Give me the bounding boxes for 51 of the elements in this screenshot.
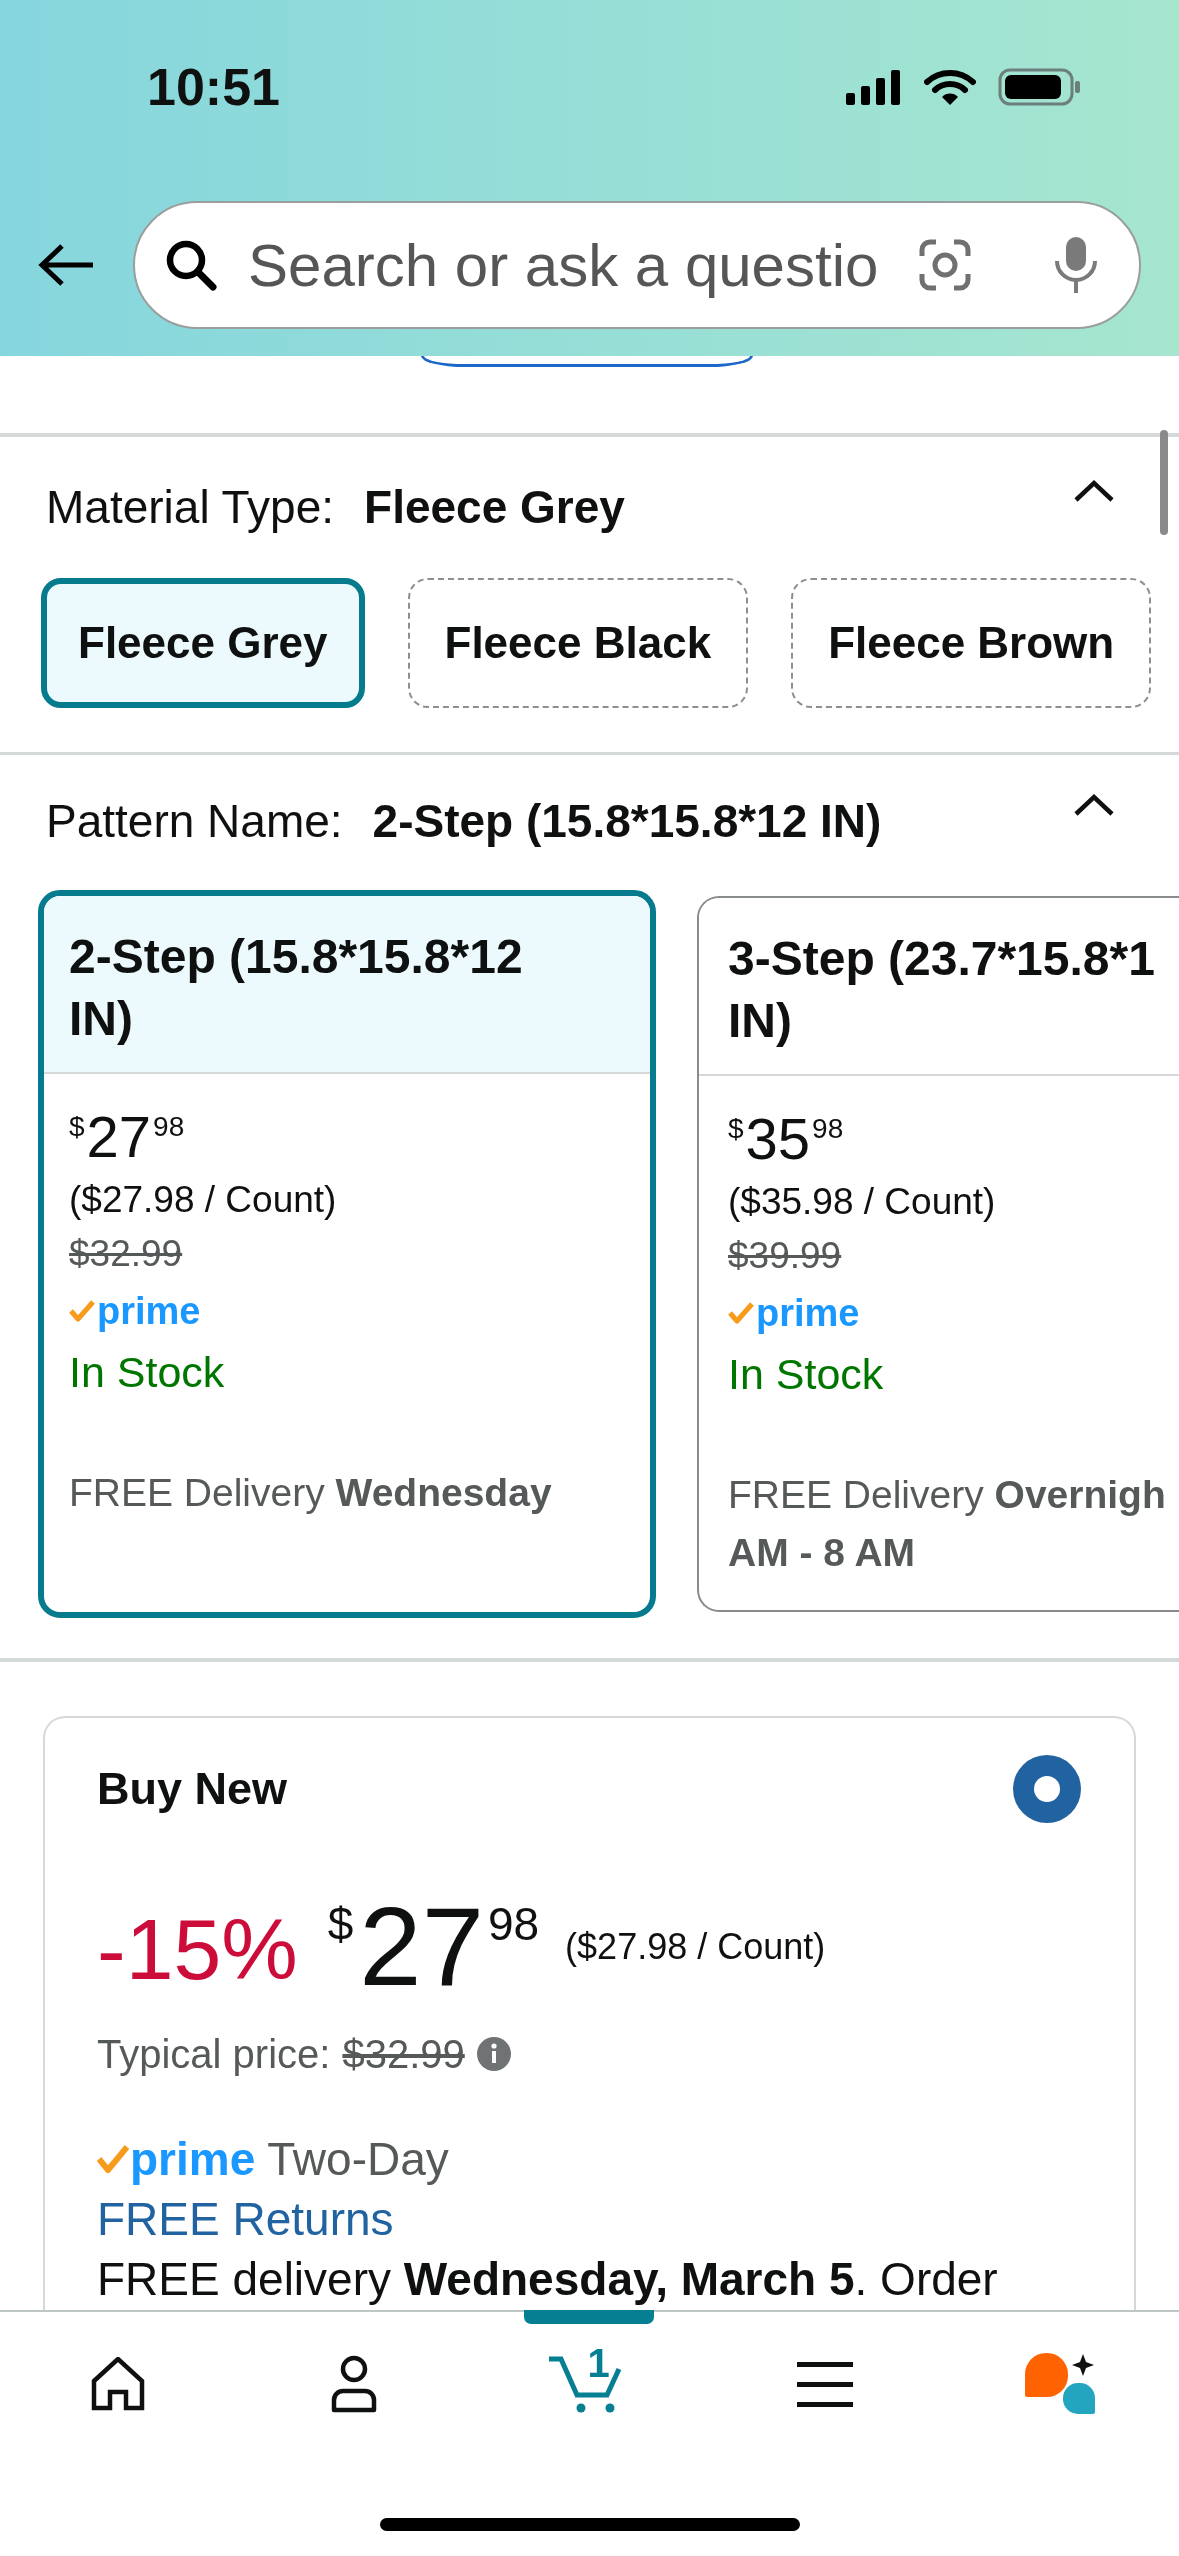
info-icon[interactable] [476,2037,511,2071]
unit-price: ($35.98 / Count) [728,1180,997,1224]
stock-status: In Stock [728,1350,884,1398]
button-edge[interactable] [421,356,753,367]
check-icon [69,1299,95,1323]
prime-label: prime [97,1292,201,1330]
typical-price-label: Typical price: [97,2031,331,2077]
search-bar[interactable]: Search or ask a questio [133,201,1141,329]
nav-tab[interactable]: 1 [471,2312,708,2456]
search-icon [165,239,217,291]
radio-button[interactable] [1013,1755,1081,1823]
cart-count: 1 [587,2343,610,2383]
chevron-up-icon[interactable] [1073,793,1115,818]
option-title: 3-Step (23.7*15.8*1 IN) [728,931,1156,1049]
prime-label: prime [130,2132,256,2186]
signal-icon [846,69,902,105]
shipping-speed: Two-Day [267,2132,449,2186]
back-arrow-icon[interactable] [38,243,95,287]
option-value: 2-Step (15.8*15.8*12 IN) [372,794,882,849]
option-label: Pattern Name: [46,794,343,849]
camera-icon[interactable] [918,238,972,292]
list-price: $39.99 [728,1235,842,1276]
delivery-text: FREE delivery Wednesday, March 5. Order [97,2252,999,2307]
wifi-icon [924,68,976,106]
prime-label: prime [756,1294,860,1332]
delivery-text: FREE Delivery Overnigh AM - 8 AM [728,1472,1167,1576]
option-title: 2-Step (15.8*15.8*12 IN) [69,929,524,1047]
menu-icon [797,2361,854,2407]
returns-link[interactable]: FREE Returns [97,2193,394,2245]
microphone-icon[interactable] [1052,235,1100,295]
status-time: 10:51 [147,61,280,113]
check-icon [97,2144,129,2174]
delivery-text: FREE Delivery Wednesday [69,1470,553,1516]
stock-status: In Stock [69,1348,225,1396]
chat-bubbles-icon [1025,2353,1098,2415]
home-icon [89,2357,146,2411]
option-chip[interactable]: Fleece Brown [791,578,1152,708]
option-chip[interactable]: Fleece Black [407,578,749,708]
search-field[interactable]: Search or ask a questio [248,225,918,305]
unit-price: ($27.98 / Count) [69,1178,338,1222]
list-price: $32.99 [69,1233,183,1274]
option-chip[interactable]: Fleece Grey [41,578,365,708]
battery-icon [998,68,1082,106]
list-price: $32.99 [342,2031,465,2077]
unit-price: ($27.98 / Count) [565,1929,826,1965]
offer-title: Buy New [97,1762,288,1816]
check-icon [728,1301,754,1325]
option-value: Fleece Grey [364,480,625,535]
option-label: Material Type: [46,480,335,535]
discount-percent: -15% [97,1906,298,1992]
chevron-up-icon[interactable] [1073,479,1115,504]
